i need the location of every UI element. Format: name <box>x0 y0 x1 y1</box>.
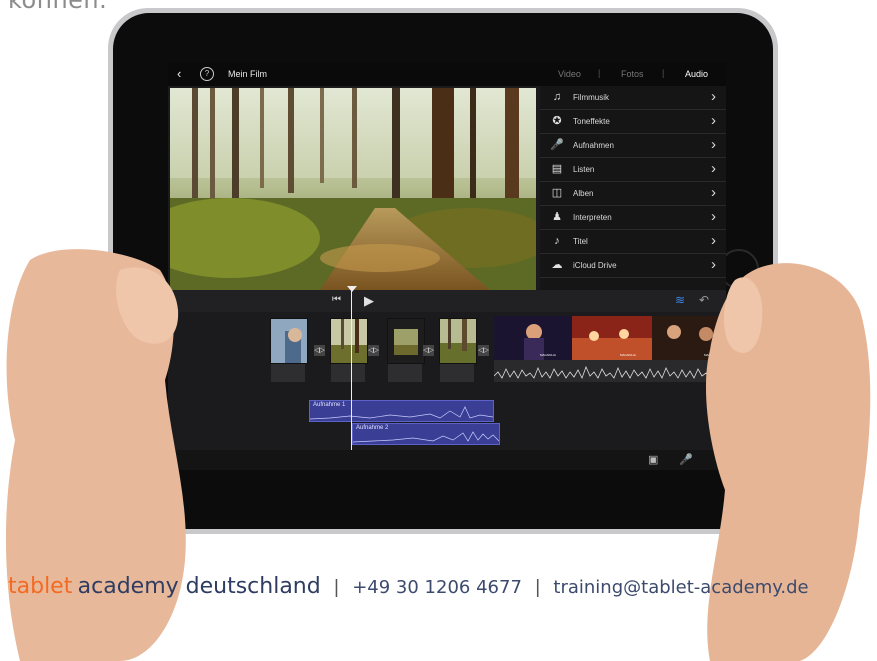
music-note-icon: ♫ <box>552 91 562 103</box>
bottom-toolbar: ▣ 🎤 <box>168 450 726 470</box>
phone-number: +49 30 1206 4677 <box>352 577 522 598</box>
footer-contact: tablet academy deutschland | +49 30 1206… <box>8 574 877 604</box>
list-item-listen[interactable]: ▤ Listen › <box>540 158 726 182</box>
playhead-line[interactable] <box>351 286 352 450</box>
caption-text: können. <box>8 0 108 14</box>
chevron-right-icon: › <box>711 136 716 153</box>
clip-badge: MAGNOLIA <box>540 353 556 357</box>
camera-icon[interactable]: ▣ <box>648 453 658 466</box>
music-note-icon: ♪ <box>554 235 560 247</box>
track-waveform <box>353 431 499 443</box>
cloud-icon: ☁ <box>551 259 563 271</box>
clip-thumbnail <box>388 319 424 363</box>
clip-thumbnail <box>331 319 367 363</box>
imovie-screen: ‹ ? Mein Film Video | Fotos | Audio ♫ Fi… <box>168 62 726 470</box>
transition-icon[interactable]: ◁▷ <box>368 345 379 356</box>
help-icon[interactable]: ? <box>200 67 214 81</box>
video-clip[interactable] <box>387 318 425 364</box>
chevron-right-icon: › <box>711 232 716 249</box>
skip-to-start-icon[interactable]: ⏮ <box>332 294 341 305</box>
video-clip[interactable] <box>439 318 477 364</box>
sparkle-icon: ✪ <box>552 115 562 127</box>
transition-icon[interactable]: ◁▷ <box>423 345 434 356</box>
track-waveform <box>310 406 493 420</box>
brand-name-part2: academy deutschland <box>77 574 321 599</box>
list-item-interpreten[interactable]: ♟ Interpreten › <box>540 206 726 230</box>
chevron-right-icon: › <box>711 184 716 201</box>
clip-thumbnail <box>440 319 476 363</box>
transition-icon[interactable]: ◁▷ <box>314 345 325 356</box>
clip-audio-strip <box>440 364 474 382</box>
chevron-right-icon: › <box>711 88 716 105</box>
chevron-left-icon[interactable]: ‹ <box>177 66 181 82</box>
artist-icon: ♟ <box>552 211 562 223</box>
playlist-icon: ▤ <box>551 163 563 175</box>
tab-audio[interactable]: Audio <box>685 69 708 79</box>
footer-separator: | <box>334 577 339 598</box>
tab-video[interactable]: Video <box>558 69 581 79</box>
list-item-filmmusik[interactable]: ♫ Filmmusik › <box>540 86 726 110</box>
transition-icon[interactable]: ◁▷ <box>478 345 489 356</box>
clip-audio-strip <box>388 364 422 382</box>
microphone-icon: 🎤 <box>550 139 564 151</box>
chevron-right-icon: › <box>711 208 716 225</box>
clip-badge: MAGNOLIA <box>620 353 636 357</box>
email-address[interactable]: training@tablet-academy.de <box>553 577 808 598</box>
list-item-toneffekte[interactable]: ✪ Toneffekte › <box>540 110 726 134</box>
project-title: Mein Film <box>228 69 268 79</box>
clip-thumbnail <box>271 319 307 363</box>
clip-audio-strip <box>331 364 365 382</box>
video-clip[interactable] <box>270 318 308 364</box>
play-icon[interactable]: ▶ <box>364 293 374 309</box>
list-item-aufnahmen[interactable]: 🎤 Aufnahmen › <box>540 134 726 158</box>
audio-track-aufnahme-1[interactable]: Aufnahme 1 <box>309 400 494 422</box>
chevron-right-icon: › <box>711 112 716 129</box>
footer-separator: | <box>535 577 541 598</box>
forest-preview-image <box>170 88 536 290</box>
top-bar: ‹ ? Mein Film Video | Fotos | Audio <box>168 62 726 86</box>
brand-name-part1: tablet <box>8 574 73 599</box>
tab-fotos[interactable]: Fotos <box>621 69 644 79</box>
video-preview[interactable] <box>170 88 536 290</box>
list-item-alben[interactable]: ◫ Alben › <box>540 182 726 206</box>
audio-track-aufnahme-2[interactable]: Aufnahme 2 <box>352 423 500 445</box>
video-clip[interactable] <box>330 318 368 364</box>
playback-controls: ⏮ ▶ ≋ ↶ <box>168 290 726 312</box>
album-icon: ◫ <box>551 187 563 199</box>
tab-divider: | <box>662 68 665 78</box>
clip-audio-strip <box>271 364 305 382</box>
tab-divider: | <box>598 68 601 78</box>
chevron-right-icon: › <box>711 160 716 177</box>
playhead-marker[interactable] <box>347 286 357 292</box>
